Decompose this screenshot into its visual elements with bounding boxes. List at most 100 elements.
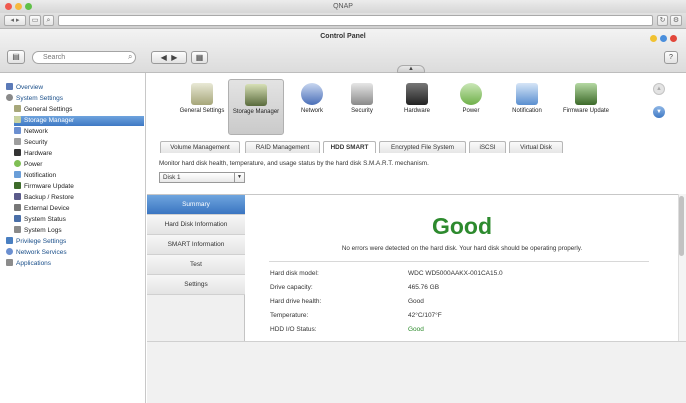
sidebar: Overview System Settings General Setting… <box>0 73 146 403</box>
main-panel: General Settings Storage Manager Network… <box>147 73 686 403</box>
tab-virtual-disk[interactable]: Virtual Disk <box>509 141 563 153</box>
category-hardware[interactable]: Hardware <box>389 79 445 135</box>
disk-select-value: Disk 1 <box>163 174 181 181</box>
back-icon[interactable]: ◀ <box>161 53 167 62</box>
search-icon[interactable]: ⌕ <box>43 15 54 26</box>
hardware-icon <box>14 149 21 156</box>
subnav-test[interactable]: Test <box>147 255 245 275</box>
overview-icon <box>6 83 13 90</box>
network-icon <box>301 83 323 105</box>
divider <box>269 261 649 262</box>
zoom-window-button[interactable] <box>25 3 32 10</box>
tab-hdd-smart[interactable]: HDD SMART <box>323 141 376 153</box>
disk-select[interactable]: Disk 1 ▼ <box>159 172 245 183</box>
sidebar-item-backup-restore[interactable]: Backup / Restore <box>14 193 74 203</box>
category-storage-manager[interactable]: Storage Manager <box>228 79 284 135</box>
storage-icon <box>245 84 267 106</box>
status-headline: Good <box>431 213 493 239</box>
collapse-icon[interactable]: ▲ <box>397 65 425 73</box>
search-input[interactable]: Search <box>32 51 136 64</box>
info-row-health: Hard drive health: Good <box>270 298 424 305</box>
notification-icon <box>516 83 538 105</box>
address-bar: ◂ ▸ ▭ ⌕ ↻ ⚙ <box>0 13 686 29</box>
forward-icon[interactable]: ▶ <box>171 53 177 62</box>
sidebar-item-system-status[interactable]: System Status <box>14 215 66 225</box>
status-description: No errors were detected on the hard disk… <box>341 245 583 252</box>
info-row-io-status: HDD I/O Status: Good <box>270 326 424 333</box>
sidebar-item-power[interactable]: Power <box>14 160 42 170</box>
power-icon <box>14 160 21 167</box>
back-forward-nav[interactable]: ◀ ▶ <box>151 51 187 64</box>
notification-icon <box>14 171 21 178</box>
tab-raid-management[interactable]: RAID Management <box>245 141 320 153</box>
sidebar-item-system-settings[interactable]: System Settings <box>6 94 63 104</box>
sidebar-item-hardware[interactable]: Hardware <box>14 149 52 159</box>
sidebar-item-overview[interactable]: Overview <box>6 83 43 93</box>
minimize-window-button[interactable] <box>15 3 22 10</box>
sidebar-toggle-button[interactable]: ▭ <box>29 15 41 26</box>
category-security[interactable]: Security <box>334 79 390 135</box>
reload-icon[interactable]: ↻ <box>657 15 668 26</box>
close-window-button[interactable] <box>5 3 12 10</box>
firmware-icon <box>575 83 597 105</box>
scroll-down-icon[interactable]: ▼ <box>653 106 665 118</box>
power-icon <box>460 83 482 105</box>
help-icon[interactable]: ? <box>664 51 678 64</box>
network-icon <box>14 127 21 134</box>
info-row-model: Hard disk model: WDC WD5000AAKX-001CA15.0 <box>270 270 503 277</box>
monitor-icon <box>14 215 21 222</box>
grid-icon[interactable]: ▦ <box>191 51 208 64</box>
chevron-down-icon: ▼ <box>234 172 244 183</box>
sidebar-item-system-logs[interactable]: System Logs <box>14 226 62 236</box>
subnav-hard-disk-information[interactable]: Hard Disk Information <box>147 215 245 235</box>
sidebar-item-notification[interactable]: Notification <box>14 171 56 181</box>
backup-icon <box>14 193 21 200</box>
lock-icon <box>14 138 21 145</box>
tab-iscsi[interactable]: iSCSI <box>469 141 506 153</box>
sidebar-item-external-device[interactable]: External Device <box>14 204 70 214</box>
gear-icon <box>6 94 13 101</box>
general-settings-icon <box>14 105 21 112</box>
sidebar-item-applications[interactable]: Applications <box>6 259 51 269</box>
subnav-smart-information[interactable]: SMART Information <box>147 235 245 255</box>
tab-encrypted-file-system[interactable]: Encrypted File System <box>379 141 466 153</box>
control-panel-header: Control Panel ▤ Search ⌕ ◀ ▶ ▦ ? ▲ <box>0 29 686 73</box>
url-field[interactable] <box>58 15 653 26</box>
window-title: QNAP <box>333 3 353 10</box>
maximize-panel-icon[interactable] <box>660 35 667 42</box>
minimize-panel-icon[interactable] <box>650 35 657 42</box>
sidebar-item-network-services[interactable]: Network Services <box>6 248 67 258</box>
back-forward-button[interactable]: ◂ ▸ <box>4 15 26 26</box>
firmware-icon <box>14 182 21 189</box>
home-icon[interactable]: ▤ <box>7 50 25 64</box>
sidebar-item-security[interactable]: Security <box>14 138 47 148</box>
general-settings-icon <box>191 83 213 105</box>
settings-icon[interactable]: ⚙ <box>670 15 682 26</box>
sidebar-item-privilege-settings[interactable]: Privilege Settings <box>6 237 66 247</box>
subnav-settings[interactable]: Settings <box>147 275 245 295</box>
search-icon: ⌕ <box>128 52 133 61</box>
close-panel-icon[interactable] <box>670 35 677 42</box>
hardware-icon <box>406 83 428 105</box>
lock-icon <box>351 83 373 105</box>
info-row-temperature: Temperature: 42°C/107°F <box>270 312 442 319</box>
storage-icon <box>14 116 21 123</box>
sidebar-item-storage-manager[interactable]: Storage Manager <box>14 116 144 126</box>
sidebar-item-network[interactable]: Network <box>14 127 48 137</box>
scroll-up-icon[interactable]: ▲ <box>653 83 665 95</box>
tab-volume-management[interactable]: Volume Management <box>160 141 240 153</box>
log-icon <box>14 226 21 233</box>
category-notification[interactable]: Notification <box>499 79 555 135</box>
scrollbar-thumb[interactable] <box>679 196 684 256</box>
category-general-settings[interactable]: General Settings <box>174 79 230 135</box>
category-firmware-update[interactable]: Firmware Update <box>558 79 614 135</box>
category-power[interactable]: Power <box>443 79 499 135</box>
sidebar-item-general-settings[interactable]: General Settings <box>14 105 144 115</box>
external-device-icon <box>14 204 21 211</box>
bottom-area <box>147 341 686 403</box>
subnav-summary[interactable]: Summary <box>147 195 245 215</box>
globe-icon <box>6 248 13 255</box>
sidebar-item-firmware-update[interactable]: Firmware Update <box>14 182 74 192</box>
category-network[interactable]: Network <box>284 79 340 135</box>
page-title: Control Panel <box>320 33 366 40</box>
